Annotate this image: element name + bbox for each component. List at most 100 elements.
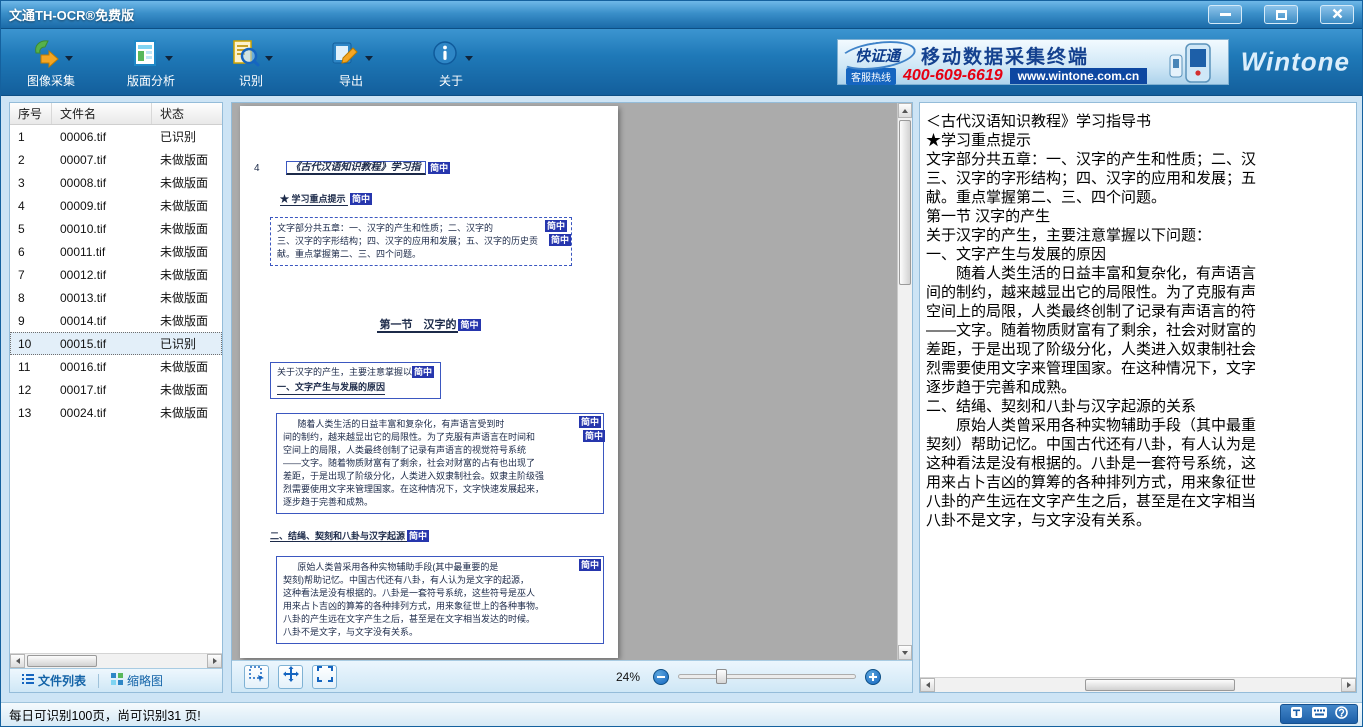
pan-button[interactable] — [278, 665, 303, 689]
page-text-line: 关于汉字的产生，主要注意掌握以 — [277, 367, 412, 377]
file-status: 未做版面 — [152, 174, 222, 191]
zoom-in-button[interactable] — [865, 669, 881, 685]
file-name: 00006.tif — [52, 130, 152, 144]
column-header-status[interactable]: 状态 — [152, 105, 222, 122]
file-row[interactable]: 9 00014.tif 未做版面 — [10, 309, 222, 332]
ocr-text-line: 空间上的局限，人类最终创制了记录有声语言的符 — [926, 302, 1352, 321]
zoom-out-button[interactable] — [653, 669, 669, 685]
paragraph-block-2: 原始人类曾采用各种实物辅助手段(其中最重要的是契刻)帮助记忆。中国古代还有八卦，… — [276, 556, 604, 644]
ocr-text-line: 用来占卜吉凶的算筹的各种排列方式，用来象征世 — [926, 473, 1352, 492]
language-icon[interactable] — [1290, 706, 1303, 722]
arrow-right-icon — [213, 658, 217, 664]
file-name: 00007.tif — [52, 153, 152, 167]
hscroll-track[interactable] — [935, 678, 1341, 692]
help-icon[interactable] — [1335, 706, 1348, 722]
about-button[interactable]: 关于 — [419, 36, 483, 89]
hscroll-thumb[interactable] — [1085, 679, 1235, 691]
export-button[interactable]: 导出 — [319, 36, 383, 89]
file-status: 未做版面 — [152, 404, 222, 421]
dropdown-arrow-icon[interactable] — [65, 56, 73, 61]
tab-thumbnail[interactable]: 缩略图 — [105, 670, 169, 691]
preview-vscrollbar[interactable] — [897, 103, 912, 660]
scroll-right-button[interactable] — [1341, 678, 1356, 692]
file-list-panel: 序号 文件名 状态 1 00006.tif 已识别 2 00007.tif 未做… — [9, 102, 223, 693]
tool-label: 导出 — [339, 72, 363, 89]
window-controls — [1186, 5, 1354, 24]
preview-canvas[interactable]: 4 《古代汉语知识教程》学习指 简中 ★ 学习重点提示 简中 文字部分共五章：一… — [232, 103, 912, 660]
file-row[interactable]: 1 00006.tif 已识别 — [10, 125, 222, 148]
lang-badge: 简中 — [579, 416, 601, 428]
page-text-line: 原始人类曾采用各种实物辅助手段(其中最重要的是 — [283, 561, 597, 574]
page-header-title: 《古代汉语知识教程》学习指 — [286, 161, 426, 175]
fit-screen-button[interactable] — [312, 665, 337, 689]
file-row[interactable]: 5 00010.tif 未做版面 — [10, 217, 222, 240]
file-row[interactable]: 12 00017.tif 未做版面 — [10, 378, 222, 401]
file-no: 5 — [10, 222, 52, 236]
tab-file-list[interactable]: 文件列表 — [16, 670, 92, 691]
file-row[interactable]: 3 00008.tif 未做版面 — [10, 171, 222, 194]
dropdown-arrow-icon[interactable] — [365, 56, 373, 61]
service-phone: 400-609-6619 — [903, 67, 1003, 85]
scroll-up-button[interactable] — [898, 103, 912, 118]
file-status: 未做版面 — [152, 289, 222, 306]
file-row[interactable]: 11 00016.tif 未做版面 — [10, 355, 222, 378]
ad-headline: 移动数据采集终端 — [921, 42, 1089, 69]
file-name: 00008.tif — [52, 176, 152, 190]
window-title: 文通TH-OCR®免费版 — [9, 5, 134, 24]
file-row[interactable]: 13 00024.tif 未做版面 — [10, 401, 222, 424]
close-button[interactable] — [1320, 5, 1354, 24]
file-row[interactable]: 10 00015.tif 已识别 — [10, 332, 222, 355]
scroll-down-button[interactable] — [898, 645, 912, 660]
file-no: 6 — [10, 245, 52, 259]
pan-icon — [283, 666, 299, 687]
file-list-icon — [22, 673, 34, 688]
file-row[interactable]: 8 00013.tif 未做版面 — [10, 286, 222, 309]
zoom-slider[interactable] — [678, 674, 856, 679]
scroll-left-button[interactable] — [920, 678, 935, 692]
file-row[interactable]: 4 00009.tif 未做版面 — [10, 194, 222, 217]
hscroll-thumb[interactable] — [27, 655, 97, 667]
select-region-button[interactable] — [244, 665, 269, 689]
keyboard-icon[interactable] — [1312, 707, 1327, 721]
dropdown-arrow-icon[interactable] — [165, 56, 173, 61]
file-row[interactable]: 6 00011.tif 未做版面 — [10, 240, 222, 263]
scroll-left-button[interactable] — [10, 654, 25, 668]
minimize-button[interactable] — [1208, 5, 1242, 24]
file-status: 未做版面 — [152, 151, 222, 168]
ocr-text-area[interactable]: ＜古代汉语知识教程》学习指导书★学习重点提示文字部分共五章：一、汉字的产生和性质… — [920, 103, 1356, 677]
image-capture-button[interactable]: 图像采集 — [19, 36, 83, 89]
title-bar[interactable]: 文通TH-OCR®免费版 — [1, 1, 1362, 29]
file-list-hscrollbar[interactable] — [10, 653, 222, 668]
ime-toolbar[interactable] — [1280, 704, 1358, 724]
ocr-text-line: 二、结绳、契刻和八卦与汉字起源的关系 — [926, 397, 1352, 416]
zoom-level: 24% — [616, 670, 640, 684]
ad-banner[interactable]: 快证通 移动数据采集终端 客服热线 400-609-6619 www.winto… — [837, 39, 1229, 85]
page-text-line: 差距，于是出现了阶级分化，人类进入奴隶制社会。奴隶主阶级强 — [283, 470, 597, 483]
vscroll-thumb[interactable] — [899, 120, 911, 285]
layout-analysis-button[interactable]: 版面分析 — [119, 36, 183, 89]
minus-icon — [657, 676, 665, 678]
page-text-line: 献。重点掌握第二、三、四个问题。 — [277, 248, 565, 261]
scroll-right-button[interactable] — [207, 654, 222, 668]
column-header-filename[interactable]: 文件名 — [52, 103, 152, 124]
lang-badge: 简中 — [583, 430, 605, 442]
file-row[interactable]: 7 00012.tif 未做版面 — [10, 263, 222, 286]
vscroll-track[interactable] — [898, 118, 912, 645]
maximize-button[interactable] — [1264, 5, 1298, 24]
document-page[interactable]: 4 《古代汉语知识教程》学习指 简中 ★ 学习重点提示 简中 文字部分共五章：一… — [240, 106, 618, 658]
file-row[interactable]: 2 00007.tif 未做版面 — [10, 148, 222, 171]
file-name: 00012.tif — [52, 268, 152, 282]
file-no: 2 — [10, 153, 52, 167]
ocr-text-line: 差距，于是出现了阶级分化，人类进入奴隶制社会 — [926, 340, 1352, 359]
file-name: 00014.tif — [52, 314, 152, 328]
column-header-no[interactable]: 序号 — [10, 103, 52, 124]
dropdown-arrow-icon[interactable] — [265, 56, 273, 61]
zoom-slider-thumb[interactable] — [716, 669, 727, 684]
recognize-button[interactable]: 识别 — [219, 36, 283, 89]
dropdown-arrow-icon[interactable] — [465, 56, 473, 61]
close-icon — [1332, 6, 1343, 24]
ocr-hscrollbar[interactable] — [920, 677, 1356, 692]
hscroll-track[interactable] — [25, 654, 207, 668]
recognize-icon — [230, 38, 260, 68]
ocr-text-line: ——文字。随着物质财富有了剩余，社会对财富的 — [926, 321, 1352, 340]
